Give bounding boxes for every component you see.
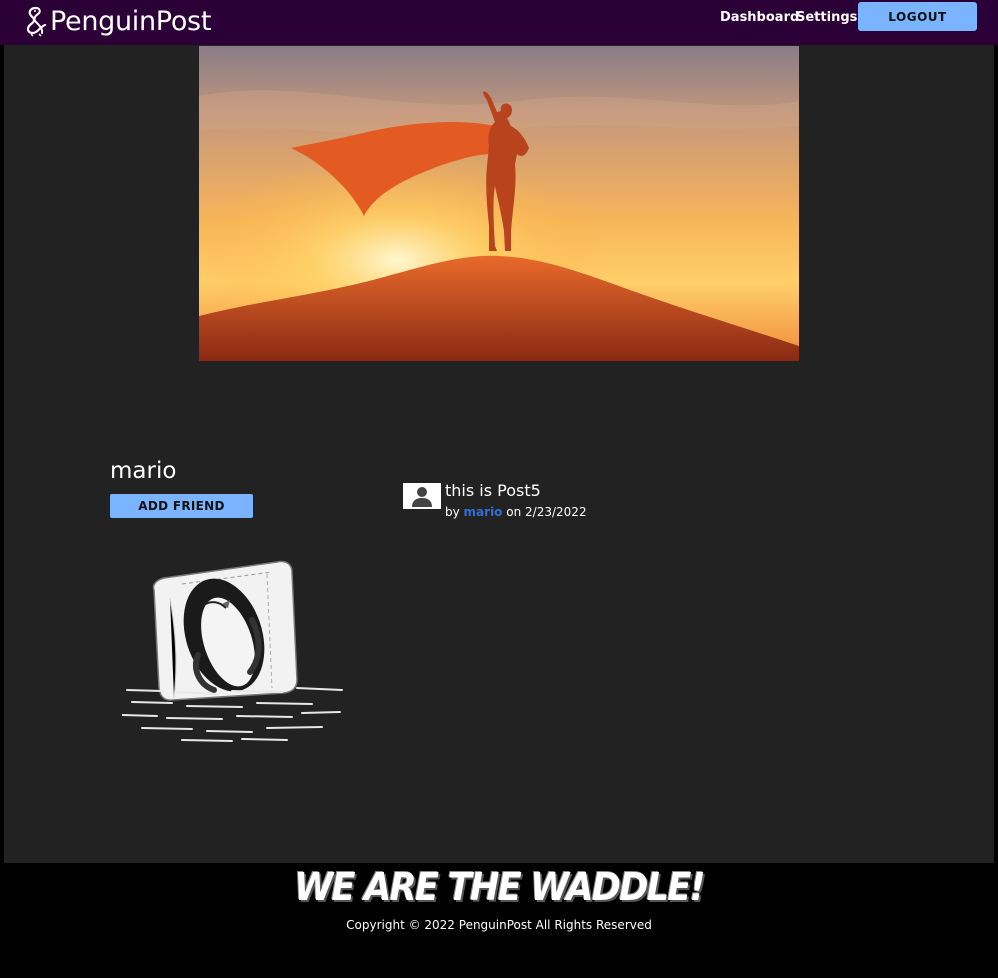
post-date-prefix: on: [506, 505, 522, 519]
nav-dashboard-link[interactable]: Dashboard: [720, 10, 799, 25]
profile-username: mario: [110, 458, 177, 484]
post-title-link[interactable]: this is Post5: [445, 481, 541, 500]
post-meta: by mario on 2/23/2022: [445, 505, 587, 519]
post-by-prefix: by: [445, 505, 460, 519]
logout-button[interactable]: LOGOUT: [858, 2, 977, 31]
post-author-link[interactable]: mario: [464, 505, 503, 519]
hero-banner-image: [199, 46, 799, 361]
penguin-logo-icon: [26, 6, 47, 37]
brand-logo-link[interactable]: PenguinPost: [24, 4, 211, 38]
navbar: PenguinPost Dashboard Settings LOGOUT: [0, 0, 998, 45]
post-list-item: this is Post5 by mario on 2/23/2022: [403, 480, 703, 520]
brand-name: PenguinPost: [50, 5, 212, 37]
penguin-in-ice-illustration: [121, 560, 347, 745]
footer: WE ARE THE WADDLE! Copyright © 2022 Peng…: [0, 863, 998, 978]
user-avatar-icon: [403, 483, 441, 509]
footer-copyright: Copyright © 2022 PenguinPost All Rights …: [346, 918, 652, 932]
add-friend-button[interactable]: ADD FRIEND: [110, 494, 253, 518]
post-date: 2/23/2022: [525, 505, 587, 519]
footer-slogan: WE ARE THE WADDLE!: [294, 865, 705, 909]
profile-page: mario ADD FRIEND this is Post5 by mario …: [4, 45, 994, 863]
nav-settings-link[interactable]: Settings: [796, 10, 857, 25]
